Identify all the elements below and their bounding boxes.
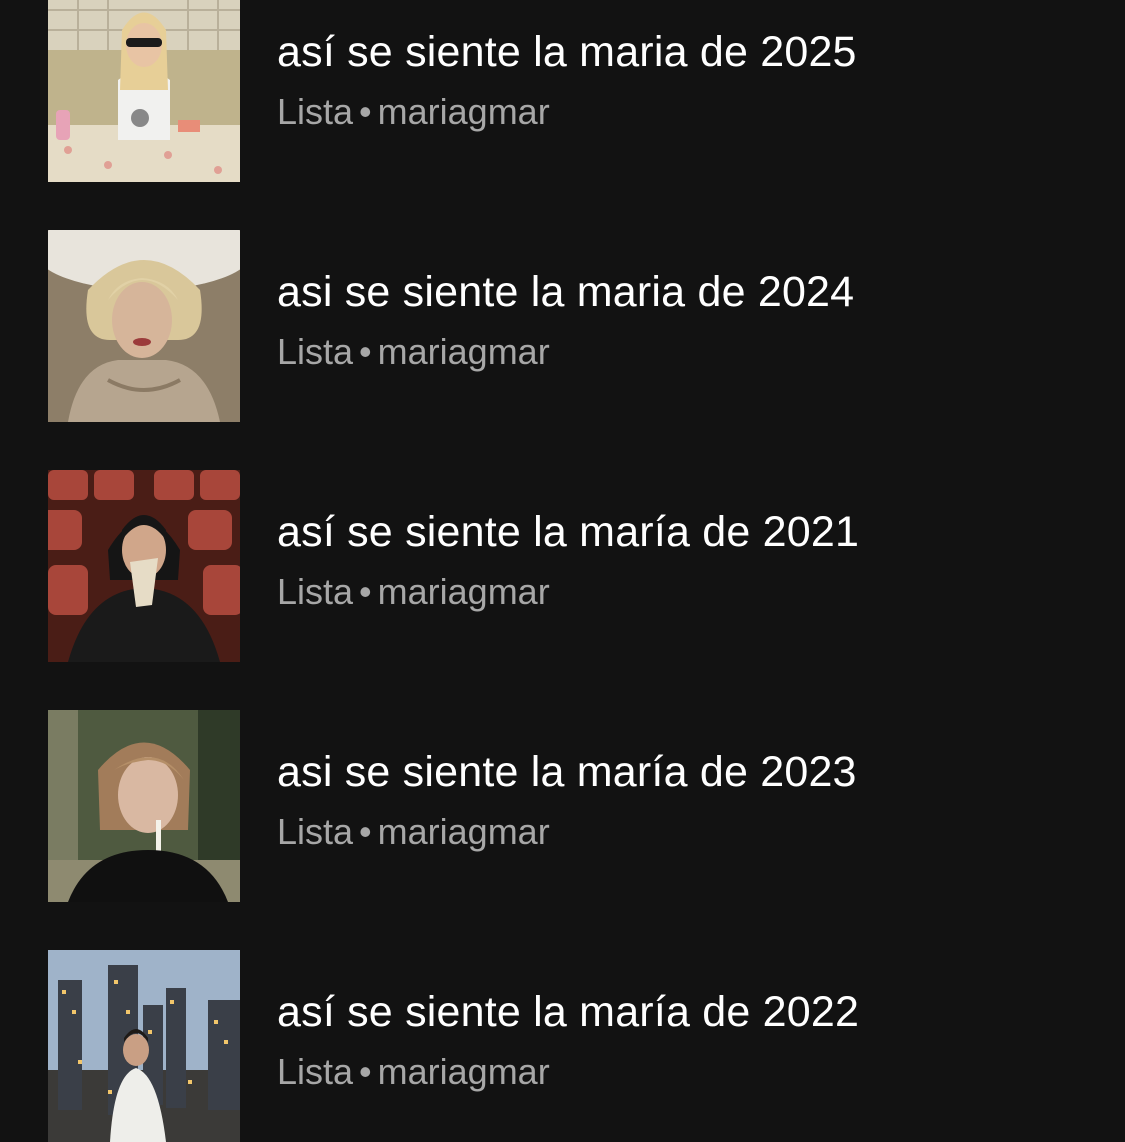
playlist-owner: mariagmar xyxy=(377,811,550,852)
playlist-cover-cigarette-portrait-image xyxy=(48,710,240,902)
playlist-owner: mariagmar xyxy=(377,331,550,372)
playlist-title: así se siente la maría de 2022 xyxy=(277,988,860,1036)
playlist-subtitle: Lista • mariagmar xyxy=(277,91,550,133)
playlist-cover-kitchen-sunglasses-image xyxy=(48,0,240,182)
playlist-title: asi se siente la maria de 2024 xyxy=(277,268,855,316)
playlist-row-2025[interactable]: así se siente la maria de 2025 Lista • mar… xyxy=(0,0,1125,182)
playlist-owner: mariagmar xyxy=(377,91,550,132)
playlist-owner: mariagmar xyxy=(377,571,550,612)
separator-dot: • xyxy=(359,571,372,612)
separator-dot: • xyxy=(359,331,372,372)
playlist-subtitle: Lista • mariagmar xyxy=(277,331,550,373)
playlist-type-label: Lista xyxy=(277,571,354,612)
playlist-type-label: Lista xyxy=(277,91,354,132)
separator-dot: • xyxy=(359,91,372,132)
playlist-subtitle: Lista • mariagmar xyxy=(277,811,550,853)
playlist-cover-blonde-bathtub-image xyxy=(48,230,240,422)
playlist-type-label: Lista xyxy=(277,1051,354,1092)
playlist-type-label: Lista xyxy=(277,811,354,852)
playlist-type-label: Lista xyxy=(277,331,354,372)
playlist-subtitle: Lista • mariagmar xyxy=(277,571,550,613)
playlist-title: así se siente la maria de 2025 xyxy=(277,28,857,76)
playlist-owner: mariagmar xyxy=(377,1051,550,1092)
playlist-cover-city-skyline-image xyxy=(48,950,240,1142)
playlist-row-2024[interactable]: asi se siente la maria de 2024 Lista • mar… xyxy=(0,230,1125,422)
playlist-subtitle: Lista • mariagmar xyxy=(277,1051,550,1093)
playlist-cover-cinema-seats-image xyxy=(48,470,240,662)
separator-dot: • xyxy=(359,811,372,852)
playlist-row-2021[interactable]: así se siente la maría de 2021 Lista • mar… xyxy=(0,470,1125,662)
playlist-title: asi se siente la maría de 2023 xyxy=(277,748,857,796)
playlist-row-2022[interactable]: así se siente la maría de 2022 Lista • mar… xyxy=(0,950,1125,1142)
playlist-title: así se siente la maría de 2021 xyxy=(277,508,860,556)
playlist-row-2023[interactable]: asi se siente la maría de 2023 Lista • mar… xyxy=(0,710,1125,902)
separator-dot: • xyxy=(359,1051,372,1092)
